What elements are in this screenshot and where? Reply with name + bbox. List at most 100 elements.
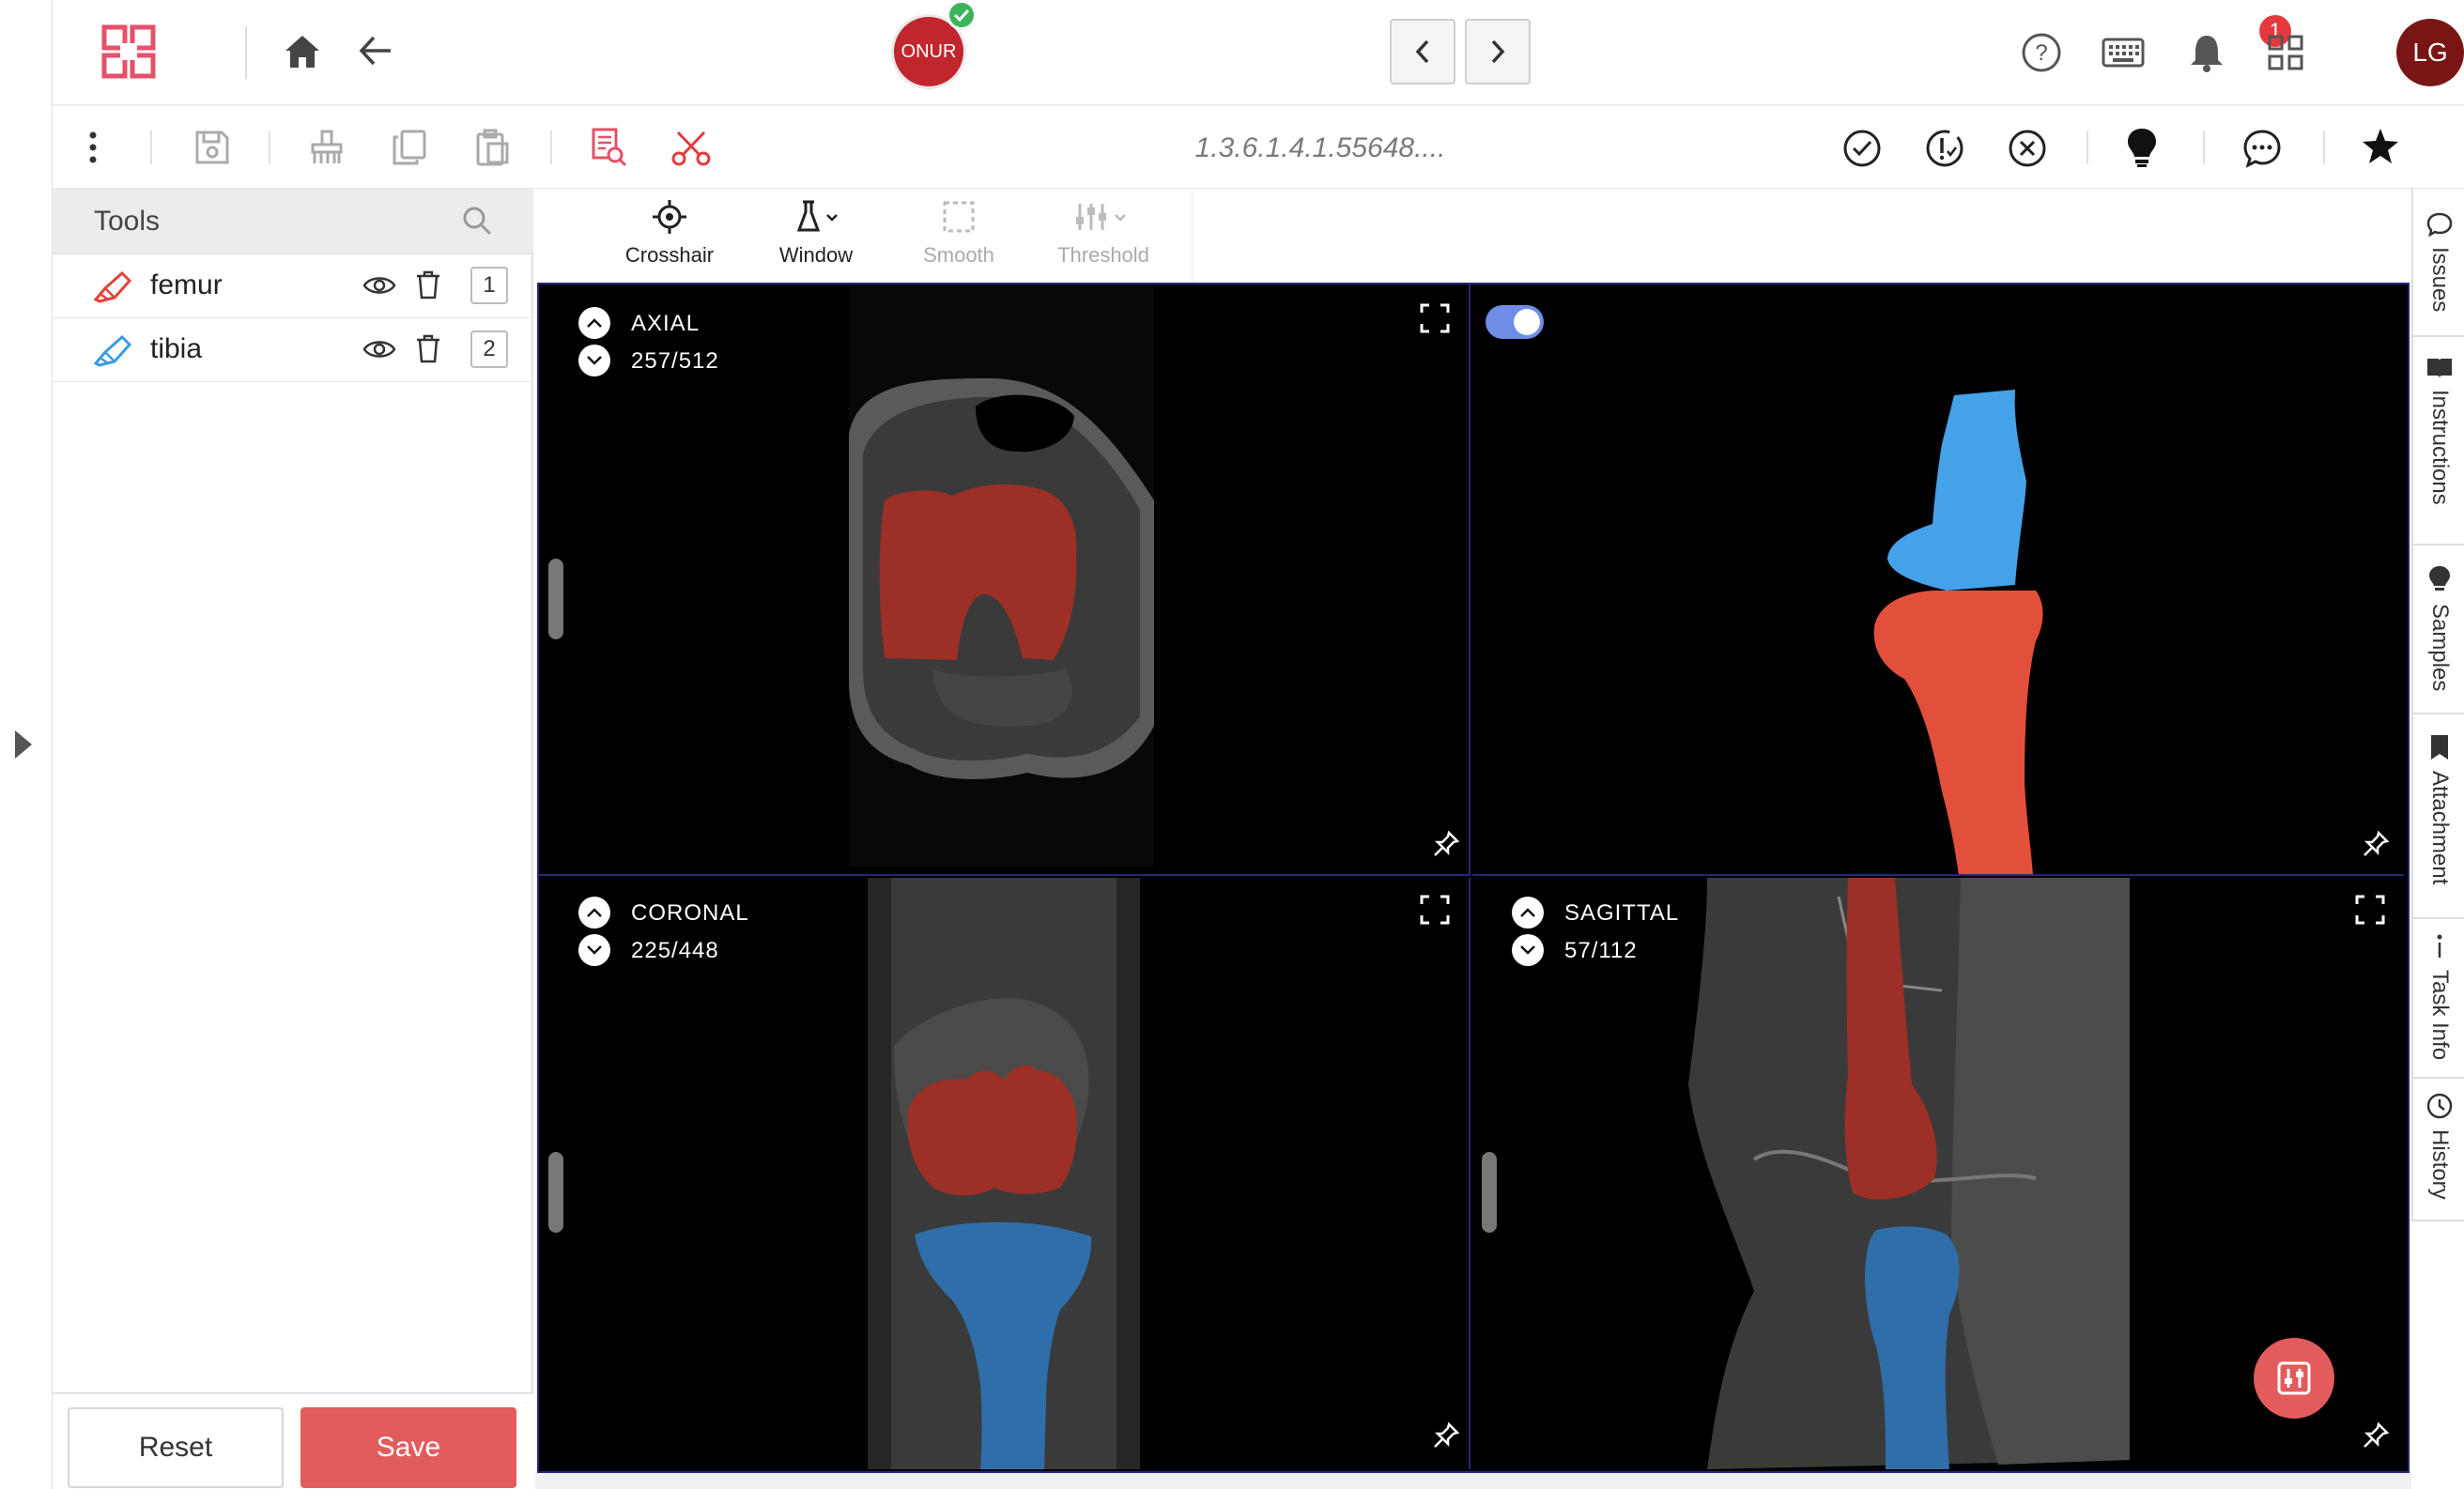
app-logo-icon[interactable] xyxy=(101,24,156,79)
flag-issue-icon[interactable] xyxy=(1925,129,1964,168)
pin-icon[interactable] xyxy=(1433,1422,1459,1449)
clear-brush-icon[interactable] xyxy=(308,129,346,166)
info-icon xyxy=(2437,934,2442,958)
sliders-icon xyxy=(2277,1361,2311,1395)
pin-icon[interactable] xyxy=(1433,831,1459,857)
user-avatar[interactable]: LG xyxy=(2396,19,2464,86)
crosshair-icon xyxy=(653,200,686,234)
side-tab-issues[interactable]: Issues xyxy=(2413,189,2464,337)
image-viewer: Crosshair Window Smooth Threshold AXIAL … xyxy=(535,189,2411,1489)
horizontal-scrollbar[interactable] xyxy=(535,1473,2411,1489)
crosshair-tool-button[interactable]: Crosshair xyxy=(599,198,740,283)
side-tab-instructions[interactable]: Instructions xyxy=(2413,337,2464,545)
expand-panel-arrow-icon[interactable] xyxy=(15,730,32,759)
slice-up-button[interactable] xyxy=(578,897,610,929)
reject-x-icon[interactable] xyxy=(2008,129,2047,168)
render-toggle-switch[interactable] xyxy=(1486,305,1544,339)
comment-icon[interactable] xyxy=(2242,129,2282,168)
side-tab-label: Task Info xyxy=(2427,970,2453,1061)
search-annotation-icon[interactable] xyxy=(590,127,627,168)
adjust-settings-button[interactable] xyxy=(2254,1338,2334,1419)
slice-down-button[interactable] xyxy=(1512,934,1544,966)
study-uid-label: 1.3.6.1.4.1.55648.... xyxy=(1194,132,1446,163)
fullscreen-icon[interactable] xyxy=(2355,895,2385,925)
back-arrow-icon[interactable] xyxy=(359,36,393,66)
scissors-icon[interactable] xyxy=(670,129,712,166)
pin-icon[interactable] xyxy=(2363,1422,2389,1449)
render-3d-viewport[interactable] xyxy=(1472,284,2404,876)
side-tab-history[interactable]: History xyxy=(2413,1079,2464,1221)
tools-title: Tools xyxy=(94,206,161,237)
smooth-tool-button[interactable]: Smooth xyxy=(888,198,1029,283)
bookmark-icon xyxy=(2431,735,2448,760)
editor-toolbar: 1.3.6.1.4.1.55648.... xyxy=(53,106,2464,189)
coronal-image xyxy=(868,878,1140,1469)
window-tool-label: Window xyxy=(778,243,854,267)
fullscreen-icon[interactable] xyxy=(1420,895,1450,925)
side-tab-samples[interactable]: Samples xyxy=(2413,545,2464,714)
side-tab-attachment[interactable]: Attachment xyxy=(2413,714,2464,919)
search-icon[interactable] xyxy=(462,206,492,236)
coronal-label: CORONAL xyxy=(631,900,749,926)
pin-icon[interactable] xyxy=(2363,831,2389,857)
svg-text:?: ? xyxy=(2035,40,2047,66)
side-tab-label: Attachment xyxy=(2427,771,2453,885)
render-3d-image xyxy=(1873,390,2043,874)
approve-check-icon[interactable] xyxy=(1842,129,1882,168)
axial-slice-index: 257/512 xyxy=(631,348,719,374)
viewport-resize-handle[interactable] xyxy=(548,1152,563,1233)
coronal-viewport[interactable]: CORONAL 225/448 xyxy=(539,878,1471,1469)
window-tool-button[interactable]: Window xyxy=(746,198,886,283)
visibility-eye-icon[interactable] xyxy=(362,337,396,361)
apps-grid-icon[interactable] xyxy=(2267,34,2304,71)
tool-label-index: 2 xyxy=(470,330,508,368)
side-tabs: Issues Instructions Samples Attachment T… xyxy=(2411,189,2464,1221)
help-icon[interactable]: ? xyxy=(2021,32,2062,73)
brush-red-icon xyxy=(92,269,133,303)
tool-item-femur[interactable]: femur 1 xyxy=(53,254,533,318)
slice-down-button[interactable] xyxy=(578,345,610,376)
star-icon[interactable] xyxy=(2361,127,2400,166)
paste-icon[interactable] xyxy=(473,129,511,166)
viewport-resize-handle[interactable] xyxy=(1482,1152,1497,1233)
slice-up-button[interactable] xyxy=(578,307,610,339)
side-tab-label: Issues xyxy=(2427,247,2453,313)
threshold-tool-button[interactable]: Threshold xyxy=(1033,198,1174,283)
toolbar-divider xyxy=(550,130,552,164)
save-disk-icon[interactable] xyxy=(193,129,231,166)
copy-icon[interactable] xyxy=(391,129,428,166)
toolbar-divider xyxy=(2203,130,2205,164)
tool-name: femur xyxy=(150,269,223,300)
threshold-tool-label: Threshold xyxy=(1057,243,1149,267)
visibility-eye-icon[interactable] xyxy=(362,273,396,298)
top-header: ONUR ? 1 LG xyxy=(53,0,2464,105)
keyboard-icon[interactable] xyxy=(2102,38,2145,68)
fullscreen-icon[interactable] xyxy=(1420,303,1450,333)
next-task-button[interactable] xyxy=(1465,19,1531,84)
sagittal-label: SAGITTAL xyxy=(1564,900,1680,926)
home-icon[interactable] xyxy=(284,34,321,69)
tool-item-tibia[interactable]: tibia 2 xyxy=(53,318,533,382)
side-tab-label: History xyxy=(2427,1129,2453,1200)
reset-button[interactable]: Reset xyxy=(68,1407,284,1488)
viewport-grid: AXIAL 257/512 CORONAL 225/448 SAGITTAL 5… xyxy=(537,283,2410,1473)
slice-up-button[interactable] xyxy=(1512,897,1544,929)
toolbar-divider xyxy=(2323,130,2325,164)
view-tools-bar: Crosshair Window Smooth Threshold xyxy=(535,189,1193,283)
lightbulb-icon[interactable] xyxy=(2126,127,2158,168)
action-bar: Reset Save xyxy=(53,1392,533,1489)
save-button[interactable]: Save xyxy=(300,1407,516,1488)
left-collapsed-strip xyxy=(0,0,53,1489)
previous-task-button[interactable] xyxy=(1390,19,1455,84)
side-tab-task-info[interactable]: Task Info xyxy=(2413,919,2464,1079)
viewport-resize-handle[interactable] xyxy=(548,559,563,639)
slice-down-button[interactable] xyxy=(578,934,610,966)
notifications-bell-icon[interactable] xyxy=(2188,32,2225,73)
delete-trash-icon[interactable] xyxy=(415,333,441,363)
smooth-select-icon xyxy=(943,201,975,233)
toggle-knob xyxy=(1514,309,1540,335)
axial-viewport[interactable]: AXIAL 257/512 xyxy=(539,284,1471,876)
delete-trash-icon[interactable] xyxy=(415,269,441,299)
toolbar-divider xyxy=(2087,130,2088,164)
more-options-icon[interactable] xyxy=(88,130,98,164)
